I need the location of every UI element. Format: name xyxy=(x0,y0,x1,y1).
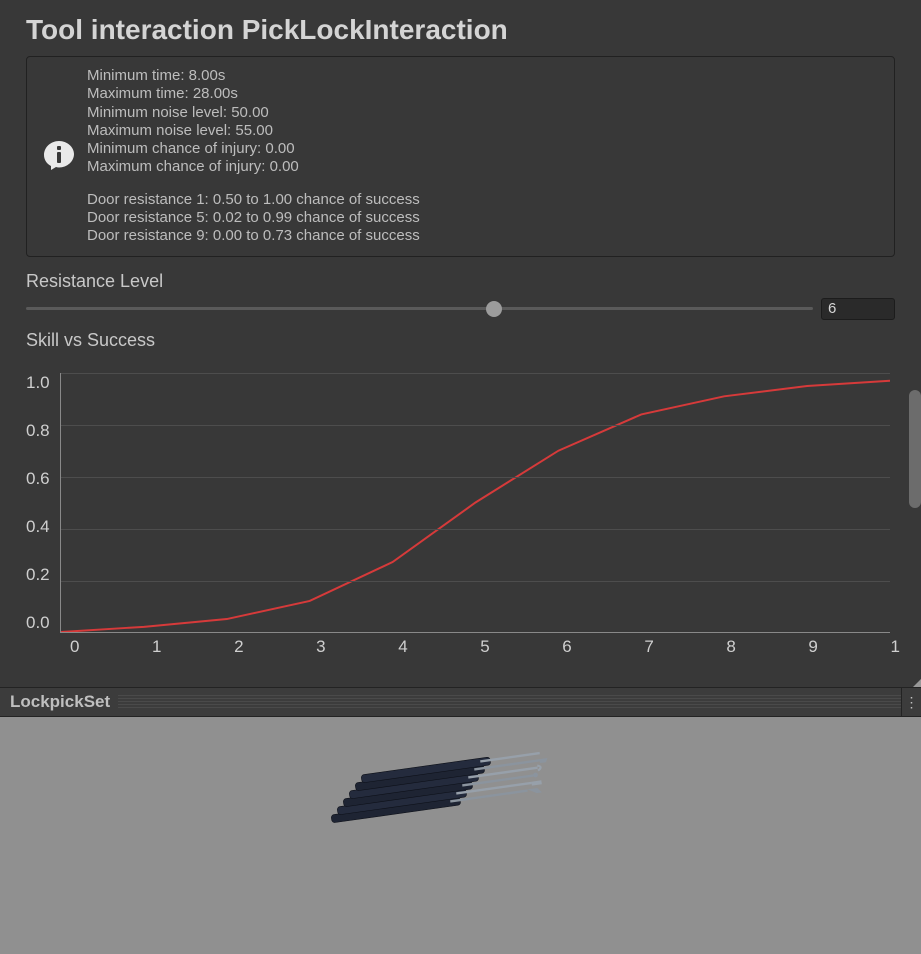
y-tick-label: 1.0 xyxy=(26,373,50,393)
chart-plot xyxy=(60,373,890,633)
x-tick-label: 6 xyxy=(562,637,644,657)
scrollbar-thumb[interactable] xyxy=(909,390,921,508)
info-line: Minimum noise level: 50.00 xyxy=(87,104,420,122)
chart-series-line xyxy=(61,380,890,631)
x-tick-label: 8 xyxy=(726,637,808,657)
x-tick-label: 0 xyxy=(70,637,152,657)
y-tick-label: 0.4 xyxy=(26,517,50,537)
panel-title: Tool interaction PickLockInteraction xyxy=(0,0,921,56)
preview-viewport[interactable] xyxy=(0,717,921,954)
info-line: Door resistance 5: 0.02 to 0.99 chance o… xyxy=(87,209,420,227)
y-tick-label: 0.0 xyxy=(26,613,50,633)
resistance-label: Resistance Level xyxy=(0,265,921,298)
x-tick-label: 9 xyxy=(808,637,890,657)
chart-x-axis: 01234567891 xyxy=(70,633,900,657)
preview-header[interactable]: LockpickSet ⋮ xyxy=(0,687,921,717)
y-tick-label: 0.6 xyxy=(26,469,50,489)
kebab-menu-icon: ⋮ xyxy=(905,694,919,711)
help-text: Minimum time: 8.00s Maximum time: 28.00s… xyxy=(87,67,420,246)
preview-asset-name: LockpickSet xyxy=(10,692,118,712)
info-line: Minimum chance of injury: 0.00 xyxy=(87,140,420,158)
asset-preview-panel: LockpickSet ⋮ xyxy=(0,687,921,954)
x-tick-label: 4 xyxy=(398,637,480,657)
y-tick-label: 0.2 xyxy=(26,565,50,585)
x-tick-label: 1 xyxy=(890,637,899,657)
chart-y-axis: 1.0 0.8 0.6 0.4 0.2 0.0 xyxy=(26,373,60,633)
lockpick-model-icon xyxy=(331,751,571,861)
chart-title: Skill vs Success xyxy=(26,330,903,373)
preview-drag-handle[interactable] xyxy=(118,695,901,709)
resistance-value-input[interactable] xyxy=(821,298,895,320)
x-tick-label: 1 xyxy=(152,637,234,657)
info-line: Door resistance 1: 0.50 to 1.00 chance o… xyxy=(87,191,420,209)
info-line: Minimum time: 8.00s xyxy=(87,67,420,85)
x-tick-label: 2 xyxy=(234,637,316,657)
x-tick-label: 5 xyxy=(480,637,562,657)
y-tick-label: 0.8 xyxy=(26,421,50,441)
info-line: Maximum time: 28.00s xyxy=(87,85,420,103)
info-line: Door resistance 9: 0.00 to 0.73 chance o… xyxy=(87,227,420,245)
info-icon xyxy=(41,138,77,174)
info-line: Maximum noise level: 55.00 xyxy=(87,122,420,140)
preview-options-button[interactable]: ⋮ xyxy=(901,688,921,716)
info-line: Maximum chance of injury: 0.00 xyxy=(87,158,420,176)
help-box: Minimum time: 8.00s Maximum time: 28.00s… xyxy=(26,56,895,257)
x-tick-label: 3 xyxy=(316,637,398,657)
resistance-slider[interactable] xyxy=(26,300,813,318)
x-tick-label: 7 xyxy=(644,637,726,657)
expand-toggle-icon[interactable] xyxy=(913,671,921,687)
